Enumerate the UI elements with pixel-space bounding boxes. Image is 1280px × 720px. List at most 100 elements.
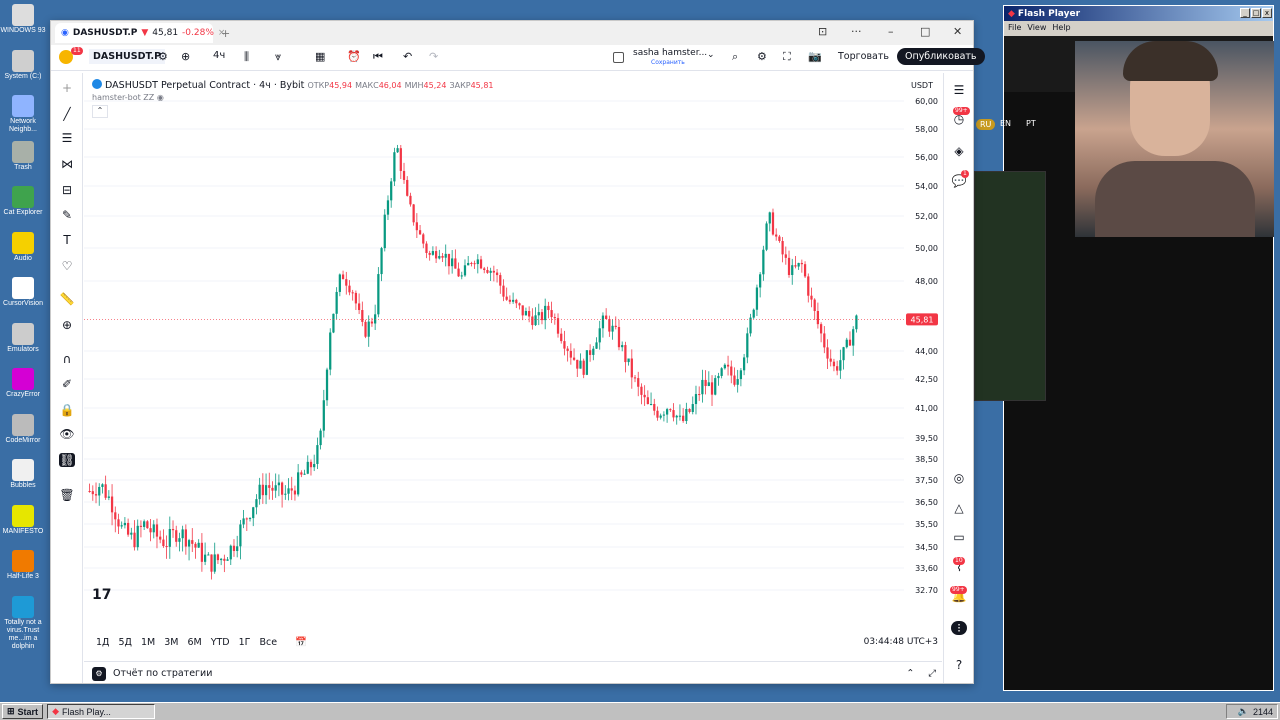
flash-title-bar[interactable]: ◆ Flash Player — [1004, 6, 1273, 21]
forecast-icon[interactable]: ⊟ — [59, 183, 75, 197]
strategy-report-label[interactable]: Отчёт по стратегии — [113, 668, 212, 679]
desktop-icon[interactable]: Network Neighb... — [0, 95, 46, 134]
trash-icon[interactable]: 🗑 — [59, 488, 75, 502]
lang-ru[interactable]: RU — [976, 119, 996, 130]
trend-line-icon[interactable]: ╱ — [59, 107, 75, 121]
profile-name[interactable]: sasha hamster... — [633, 48, 707, 58]
fib-icon[interactable]: ☰ — [59, 131, 75, 145]
pattern-icon[interactable]: ⋈ — [59, 157, 75, 171]
desktop-icon[interactable]: CodeMirror — [0, 413, 46, 445]
interval-select[interactable]: 4ч — [213, 50, 225, 61]
watchlist-icon[interactable]: ☰ — [951, 83, 967, 97]
install-icon[interactable]: ⊡ — [818, 25, 827, 38]
collapse-legend-icon[interactable]: ⌃ — [92, 105, 108, 118]
start-button[interactable]: ⊞ Start — [2, 704, 44, 719]
undo-icon[interactable]: ↶ — [403, 50, 412, 63]
menu-view[interactable]: View — [1027, 23, 1046, 32]
period-button[interactable]: 1М — [141, 637, 155, 648]
help-icon[interactable]: ? — [951, 658, 967, 672]
tradingview-window[interactable]: ◉ DASHUSDT.P ▼ 45,81 -0.28% × + ⊡ ··· – … — [50, 20, 985, 684]
desktop-icon[interactable]: WINDOWS 93 — [0, 4, 46, 35]
camera-icon[interactable]: 📷 — [808, 50, 822, 63]
lock-drawing-icon[interactable]: ✐ — [59, 377, 75, 391]
templates-icon[interactable]: ▦ — [315, 50, 325, 63]
minimize-icon[interactable]: _ — [1240, 8, 1250, 18]
chevron-up-icon[interactable]: ⌃ — [906, 668, 914, 679]
clock-readout[interactable]: 03:44:48 UTC+3 — [864, 637, 938, 647]
calendar-icon[interactable]: ▭ — [951, 530, 967, 544]
menu-file[interactable]: File — [1008, 23, 1021, 32]
ideas-icon[interactable]: △ — [951, 501, 967, 515]
desktop-icon[interactable]: CursorVision — [0, 277, 46, 308]
gear-icon[interactable]: ⚙ — [757, 50, 767, 63]
brush-icon[interactable]: ✎ — [59, 208, 75, 222]
eye-icon[interactable]: 👁 — [59, 427, 75, 441]
lock-icon[interactable]: 🔒 — [59, 403, 75, 417]
close-icon[interactable]: x — [1262, 8, 1272, 18]
apps-grid-icon[interactable]: ⁝ — [951, 621, 967, 635]
search-icon[interactable]: ⌕ — [732, 50, 738, 64]
candles-icon[interactable]: ⫼ — [244, 50, 249, 64]
desktop-icon[interactable]: Cat Explorer — [0, 186, 46, 217]
period-button[interactable]: 1Д — [96, 637, 109, 648]
desktop-icon[interactable]: MANIFESTO — [0, 504, 46, 536]
magnet-icon[interactable]: ∩ — [59, 352, 75, 366]
compare-icon[interactable]: ⊕ — [181, 50, 190, 63]
symbol-search[interactable]: DASHUSDT.P — [89, 49, 166, 64]
period-button[interactable]: 5Д — [118, 637, 131, 648]
chevron-down-icon[interactable]: ⌄ — [707, 50, 715, 60]
speaker-icon[interactable]: 🔈 — [1238, 706, 1249, 717]
period-button[interactable]: YTD — [211, 637, 230, 648]
new-tab-icon[interactable]: + — [221, 27, 230, 40]
replay-icon[interactable]: ⏮ — [373, 50, 383, 64]
browser-tab[interactable]: ◉ DASHUSDT.P ▼ 45,81 -0.28% × — [55, 23, 225, 43]
close-icon[interactable]: ✕ — [953, 25, 962, 38]
symbol-settings-icon[interactable]: ⚙ — [158, 50, 168, 63]
crosshair-icon[interactable]: + — [59, 81, 75, 95]
alert-icon[interactable]: ⏰ — [347, 50, 361, 63]
indicators-icon[interactable]: ⩔ — [275, 50, 281, 64]
period-button[interactable]: 6М — [187, 637, 201, 648]
ruler-icon[interactable]: 📏 — [59, 292, 75, 306]
menu-help[interactable]: Help — [1052, 23, 1070, 32]
date-range-icon[interactable]: 📅 — [295, 637, 307, 648]
layout-checkbox[interactable] — [613, 52, 624, 63]
period-button[interactable]: 1Г — [239, 637, 251, 648]
target-icon[interactable]: ◎ — [951, 471, 967, 485]
publish-button[interactable]: Опубликовать — [897, 48, 985, 65]
layers-icon[interactable]: ◈ — [951, 144, 967, 158]
text-icon[interactable]: T — [59, 233, 75, 247]
desktop-icon[interactable]: Bubbles — [0, 459, 46, 490]
minimize-icon[interactable]: – — [888, 25, 894, 38]
candle-body — [598, 328, 601, 343]
lang-en[interactable]: EN — [1000, 119, 1011, 128]
desktop-icon[interactable]: Audio — [0, 231, 46, 263]
lang-pt[interactable]: PT — [1026, 119, 1036, 128]
desktop-icon[interactable]: Half-Life 3 — [0, 550, 46, 581]
chart-area[interactable]: 60,00 58,00 56,00 54,00 52,00 50,00 48,00 44,00… — [84, 73, 942, 603]
desktop-icon[interactable]: Trash — [0, 140, 46, 172]
zoom-icon[interactable]: ⊕ — [59, 318, 75, 332]
maximize-icon[interactable]: □ — [1251, 8, 1261, 18]
candle-body — [357, 303, 361, 311]
maximize-icon[interactable]: □ — [920, 25, 930, 38]
desktop-icon[interactable]: Totally not a virus.Trust me...im a dolp… — [0, 595, 46, 651]
more-icon[interactable]: ··· — [851, 25, 862, 38]
desktop-icon[interactable]: Emulators — [0, 322, 46, 354]
indicator-label[interactable]: hamster-bot ZZ ◉ — [92, 93, 494, 102]
period-button[interactable]: 3М — [164, 637, 178, 648]
maximize-panel-icon[interactable]: ⤢ — [928, 668, 936, 679]
candlestick-chart[interactable]: 60,00 58,00 56,00 54,00 52,00 50,00 48,00 44,00… — [84, 73, 942, 593]
heart-icon[interactable]: ♡ — [59, 259, 75, 273]
currency-select[interactable]: USDT — [911, 81, 933, 90]
link-icon[interactable]: ⛓ — [59, 453, 75, 467]
eye-icon[interactable]: ◉ — [157, 93, 164, 102]
redo-icon[interactable]: ↷ — [429, 50, 438, 63]
desktop-icon[interactable]: System (C:) — [0, 49, 46, 81]
fullscreen-icon[interactable]: ⛶ — [783, 50, 791, 64]
trade-button[interactable]: Торговать — [838, 51, 889, 62]
period-button[interactable]: Все — [259, 637, 277, 648]
desktop-icon[interactable]: CrazyError — [0, 368, 46, 399]
window-title-bar[interactable]: ◉ DASHUSDT.P ▼ 45,81 -0.28% × + ⊡ ··· – … — [51, 21, 973, 45]
taskbar-item-flash[interactable]: ◆ Flash Play... — [47, 704, 156, 719]
